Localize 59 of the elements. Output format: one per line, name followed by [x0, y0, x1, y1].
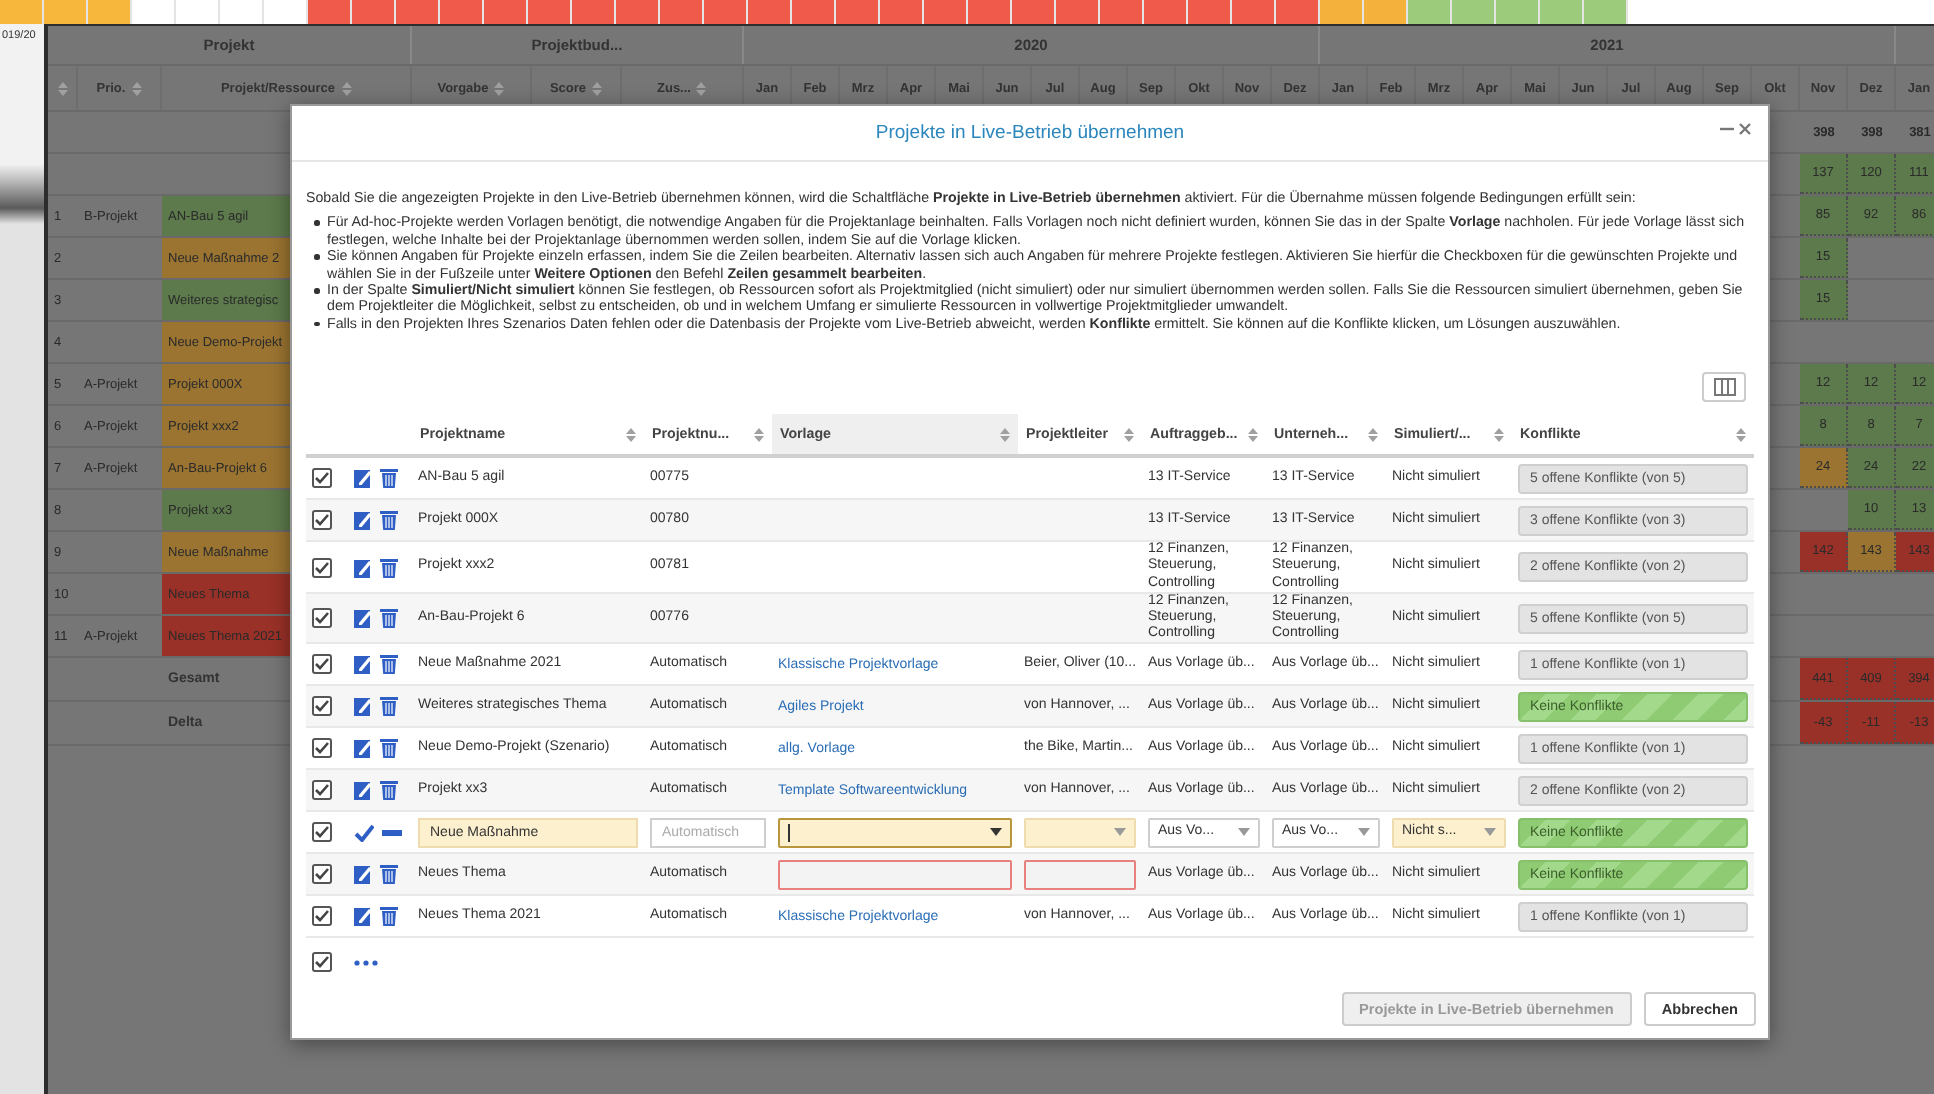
checkbox[interactable] — [312, 952, 332, 973]
checkbox[interactable] — [312, 654, 332, 675]
edit-icon[interactable] — [354, 864, 372, 885]
checkbox[interactable] — [312, 906, 332, 927]
edit-icon[interactable] — [354, 906, 372, 927]
checkbox[interactable] — [312, 864, 332, 885]
edit-icon[interactable] — [354, 654, 372, 675]
trash-icon[interactable] — [380, 654, 398, 675]
minus-icon[interactable] — [382, 829, 402, 836]
sort-icon[interactable] — [1368, 427, 1378, 442]
trash-icon[interactable] — [380, 906, 398, 927]
edit-icon[interactable] — [354, 696, 372, 717]
input-field[interactable] — [778, 859, 1012, 890]
more-icon[interactable] — [354, 959, 378, 966]
checkbox[interactable] — [312, 510, 332, 531]
trash-icon[interactable] — [380, 468, 398, 489]
caret-icon — [1238, 828, 1250, 837]
sort-icon[interactable] — [754, 427, 764, 442]
caret-icon — [1114, 828, 1126, 837]
check-icon[interactable] — [354, 823, 374, 842]
columns-icon — [1713, 378, 1735, 397]
columns-button[interactable] — [1702, 372, 1746, 403]
trash-icon[interactable] — [380, 864, 398, 885]
edit-icon[interactable] — [354, 468, 372, 489]
checkbox[interactable] — [312, 780, 332, 801]
caret-icon — [1484, 828, 1496, 837]
trash-icon[interactable] — [380, 780, 398, 801]
checkbox[interactable] — [312, 468, 332, 489]
dropdown[interactable] — [778, 817, 1012, 848]
checkbox[interactable] — [312, 822, 332, 843]
bullet-icon — [314, 288, 319, 294]
trash-icon[interactable] — [380, 696, 398, 717]
minimize-icon[interactable] — [1720, 122, 1734, 136]
trash-icon[interactable] — [380, 738, 398, 759]
checkbox[interactable] — [312, 608, 332, 629]
caret-icon — [990, 828, 1002, 837]
edit-icon[interactable] — [354, 510, 372, 531]
edit-icon[interactable] — [354, 608, 372, 629]
checkbox[interactable] — [312, 738, 332, 759]
sort-icon[interactable] — [1124, 427, 1134, 442]
bullet-icon — [314, 321, 319, 327]
bullet-icon — [314, 220, 319, 226]
edit-icon[interactable] — [354, 780, 372, 801]
sort-icon[interactable] — [1248, 427, 1258, 442]
trash-icon[interactable] — [380, 608, 398, 629]
sort-icon[interactable] — [1736, 427, 1746, 442]
checkbox[interactable] — [312, 696, 332, 717]
close-icon[interactable] — [1738, 122, 1752, 136]
sort-icon[interactable] — [626, 427, 636, 442]
bullet-icon — [314, 254, 319, 260]
trash-icon[interactable] — [380, 557, 398, 578]
trash-icon[interactable] — [380, 510, 398, 531]
edit-icon[interactable] — [354, 738, 372, 759]
edit-icon[interactable] — [354, 557, 372, 578]
caret-icon — [1358, 828, 1370, 837]
dialog-title: Projekte in Live-Betrieb übernehmen — [875, 122, 1185, 144]
input-field[interactable] — [1024, 859, 1136, 890]
checkbox[interactable] — [312, 557, 332, 578]
sort-icon[interactable] — [1494, 427, 1504, 442]
